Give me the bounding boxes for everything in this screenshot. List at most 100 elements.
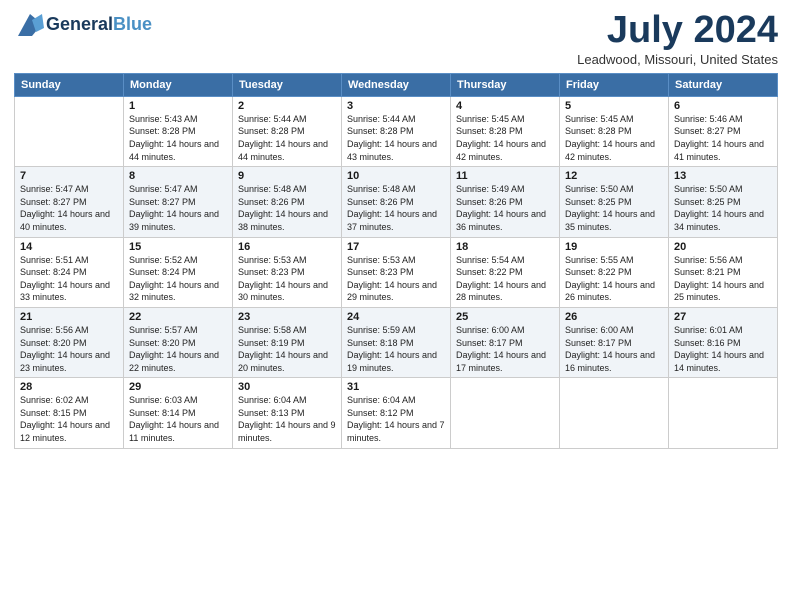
day-info: Sunrise: 5:51 AMSunset: 8:24 PMDaylight:… [20,254,118,304]
calendar-cell: 22Sunrise: 5:57 AMSunset: 8:20 PMDayligh… [124,307,233,377]
day-info: Sunrise: 5:56 AMSunset: 8:21 PMDaylight:… [674,254,772,304]
calendar-cell: 29Sunrise: 6:03 AMSunset: 8:14 PMDayligh… [124,378,233,448]
day-number: 9 [238,170,336,182]
calendar-cell: 1Sunrise: 5:43 AMSunset: 8:28 PMDaylight… [124,96,233,166]
day-info: Sunrise: 5:47 AMSunset: 8:27 PMDaylight:… [20,183,118,233]
day-number: 29 [129,381,227,393]
day-number: 25 [456,311,554,323]
calendar-cell: 18Sunrise: 5:54 AMSunset: 8:22 PMDayligh… [451,237,560,307]
day-number: 12 [565,170,663,182]
calendar-cell: 16Sunrise: 5:53 AMSunset: 8:23 PMDayligh… [233,237,342,307]
day-number: 19 [565,241,663,253]
calendar-cell: 13Sunrise: 5:50 AMSunset: 8:25 PMDayligh… [669,167,778,237]
day-info: Sunrise: 6:00 AMSunset: 8:17 PMDaylight:… [456,324,554,374]
calendar-cell: 24Sunrise: 5:59 AMSunset: 8:18 PMDayligh… [342,307,451,377]
day-info: Sunrise: 5:47 AMSunset: 8:27 PMDaylight:… [129,183,227,233]
day-info: Sunrise: 5:44 AMSunset: 8:28 PMDaylight:… [238,113,336,163]
calendar-cell: 21Sunrise: 5:56 AMSunset: 8:20 PMDayligh… [15,307,124,377]
calendar-cell: 5Sunrise: 5:45 AMSunset: 8:28 PMDaylight… [560,96,669,166]
day-info: Sunrise: 6:04 AMSunset: 8:12 PMDaylight:… [347,394,445,444]
calendar-cell: 14Sunrise: 5:51 AMSunset: 8:24 PMDayligh… [15,237,124,307]
day-number: 17 [347,241,445,253]
calendar-week-row: 7Sunrise: 5:47 AMSunset: 8:27 PMDaylight… [15,167,778,237]
month-title: July 2024 [577,10,778,52]
calendar-cell: 8Sunrise: 5:47 AMSunset: 8:27 PMDaylight… [124,167,233,237]
day-info: Sunrise: 6:03 AMSunset: 8:14 PMDaylight:… [129,394,227,444]
calendar-cell: 11Sunrise: 5:49 AMSunset: 8:26 PMDayligh… [451,167,560,237]
day-number: 14 [20,241,118,253]
calendar-week-row: 21Sunrise: 5:56 AMSunset: 8:20 PMDayligh… [15,307,778,377]
calendar: Sunday Monday Tuesday Wednesday Thursday… [14,73,778,449]
day-number: 13 [674,170,772,182]
day-info: Sunrise: 5:57 AMSunset: 8:20 PMDaylight:… [129,324,227,374]
th-wednesday: Wednesday [342,73,451,96]
day-info: Sunrise: 5:48 AMSunset: 8:26 PMDaylight:… [347,183,445,233]
day-info: Sunrise: 5:50 AMSunset: 8:25 PMDaylight:… [674,183,772,233]
th-monday: Monday [124,73,233,96]
day-info: Sunrise: 5:59 AMSunset: 8:18 PMDaylight:… [347,324,445,374]
day-number: 26 [565,311,663,323]
calendar-cell: 26Sunrise: 6:00 AMSunset: 8:17 PMDayligh… [560,307,669,377]
logo: GeneralBlue [14,10,152,38]
day-info: Sunrise: 5:45 AMSunset: 8:28 PMDaylight:… [456,113,554,163]
calendar-cell: 6Sunrise: 5:46 AMSunset: 8:27 PMDaylight… [669,96,778,166]
calendar-cell: 15Sunrise: 5:52 AMSunset: 8:24 PMDayligh… [124,237,233,307]
day-info: Sunrise: 5:52 AMSunset: 8:24 PMDaylight:… [129,254,227,304]
day-info: Sunrise: 5:44 AMSunset: 8:28 PMDaylight:… [347,113,445,163]
day-number: 28 [20,381,118,393]
calendar-cell: 28Sunrise: 6:02 AMSunset: 8:15 PMDayligh… [15,378,124,448]
location: Leadwood, Missouri, United States [577,52,778,67]
day-number: 22 [129,311,227,323]
title-block: July 2024 Leadwood, Missouri, United Sta… [577,10,778,67]
day-info: Sunrise: 5:46 AMSunset: 8:27 PMDaylight:… [674,113,772,163]
calendar-week-row: 1Sunrise: 5:43 AMSunset: 8:28 PMDaylight… [15,96,778,166]
day-number: 2 [238,100,336,112]
th-tuesday: Tuesday [233,73,342,96]
day-number: 3 [347,100,445,112]
calendar-cell: 2Sunrise: 5:44 AMSunset: 8:28 PMDaylight… [233,96,342,166]
day-number: 4 [456,100,554,112]
calendar-cell [669,378,778,448]
calendar-cell: 30Sunrise: 6:04 AMSunset: 8:13 PMDayligh… [233,378,342,448]
calendar-cell [560,378,669,448]
day-info: Sunrise: 5:55 AMSunset: 8:22 PMDaylight:… [565,254,663,304]
calendar-cell: 27Sunrise: 6:01 AMSunset: 8:16 PMDayligh… [669,307,778,377]
day-number: 10 [347,170,445,182]
th-thursday: Thursday [451,73,560,96]
th-sunday: Sunday [15,73,124,96]
calendar-week-row: 14Sunrise: 5:51 AMSunset: 8:24 PMDayligh… [15,237,778,307]
day-info: Sunrise: 6:02 AMSunset: 8:15 PMDaylight:… [20,394,118,444]
th-friday: Friday [560,73,669,96]
calendar-week-row: 28Sunrise: 6:02 AMSunset: 8:15 PMDayligh… [15,378,778,448]
logo-general: General [46,14,113,34]
calendar-cell: 23Sunrise: 5:58 AMSunset: 8:19 PMDayligh… [233,307,342,377]
header: GeneralBlue July 2024 Leadwood, Missouri… [14,10,778,67]
day-info: Sunrise: 6:00 AMSunset: 8:17 PMDaylight:… [565,324,663,374]
calendar-cell: 4Sunrise: 5:45 AMSunset: 8:28 PMDaylight… [451,96,560,166]
calendar-cell: 19Sunrise: 5:55 AMSunset: 8:22 PMDayligh… [560,237,669,307]
day-info: Sunrise: 5:53 AMSunset: 8:23 PMDaylight:… [347,254,445,304]
day-info: Sunrise: 5:56 AMSunset: 8:20 PMDaylight:… [20,324,118,374]
day-number: 16 [238,241,336,253]
day-number: 11 [456,170,554,182]
calendar-cell: 7Sunrise: 5:47 AMSunset: 8:27 PMDaylight… [15,167,124,237]
day-number: 20 [674,241,772,253]
day-number: 24 [347,311,445,323]
day-info: Sunrise: 6:01 AMSunset: 8:16 PMDaylight:… [674,324,772,374]
day-number: 1 [129,100,227,112]
day-info: Sunrise: 5:45 AMSunset: 8:28 PMDaylight:… [565,113,663,163]
day-info: Sunrise: 5:53 AMSunset: 8:23 PMDaylight:… [238,254,336,304]
calendar-cell: 10Sunrise: 5:48 AMSunset: 8:26 PMDayligh… [342,167,451,237]
day-number: 6 [674,100,772,112]
day-info: Sunrise: 5:43 AMSunset: 8:28 PMDaylight:… [129,113,227,163]
day-number: 21 [20,311,118,323]
weekday-header-row: Sunday Monday Tuesday Wednesday Thursday… [15,73,778,96]
day-number: 8 [129,170,227,182]
page: GeneralBlue July 2024 Leadwood, Missouri… [0,0,792,612]
day-number: 23 [238,311,336,323]
day-info: Sunrise: 5:54 AMSunset: 8:22 PMDaylight:… [456,254,554,304]
calendar-cell [451,378,560,448]
calendar-cell: 17Sunrise: 5:53 AMSunset: 8:23 PMDayligh… [342,237,451,307]
day-info: Sunrise: 5:48 AMSunset: 8:26 PMDaylight:… [238,183,336,233]
day-number: 30 [238,381,336,393]
